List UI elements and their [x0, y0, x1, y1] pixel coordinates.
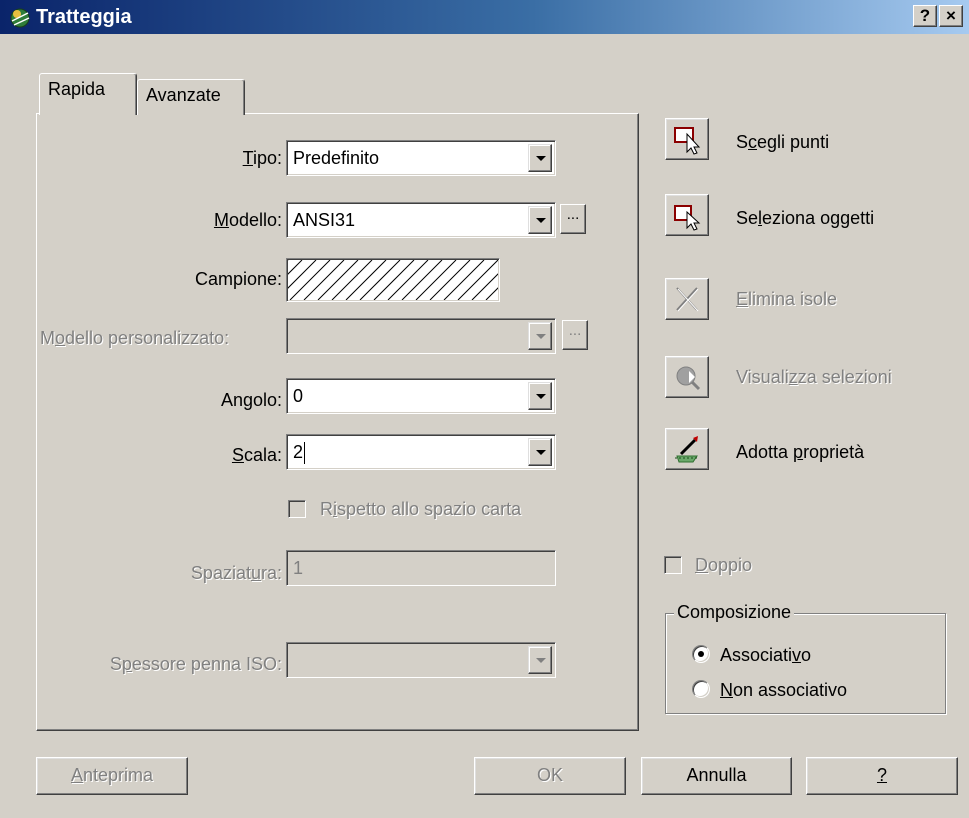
angolo-value: 0 — [293, 386, 304, 406]
spessore-penna-iso-combo[interactable] — [286, 642, 556, 678]
visualizza-selezioni-button[interactable] — [665, 356, 709, 398]
modello-personalizzato-label: Modello personalizzato: — [40, 328, 230, 348]
doppio-checkbox[interactable] — [664, 556, 682, 574]
composizione-title: Composizione — [674, 601, 795, 623]
scegli-punti-label: Scegli punti — [736, 132, 830, 152]
spessore-penna-iso-dropdown-button[interactable] — [528, 646, 552, 674]
scala-value: 2 — [293, 442, 304, 462]
tab-rapida[interactable]: Rapida — [39, 73, 137, 115]
scala-label: Scala: — [231, 445, 282, 465]
visualizza-selezioni-label: Visualizza selezioni — [736, 367, 892, 387]
tab-avanzate-label: Avanzate — [146, 85, 221, 105]
tab-rapida-label: Rapida — [48, 79, 106, 99]
elimina-isole-button[interactable] — [665, 278, 709, 320]
spessore-penna-iso-label: Spessore penna ISO: — [109, 654, 282, 674]
non-associativo-radio[interactable] — [692, 680, 710, 698]
associativo-radio[interactable] — [692, 645, 710, 663]
annulla-button[interactable]: Annulla — [641, 757, 792, 795]
select-objects-icon — [674, 205, 701, 231]
chevron-down-icon — [536, 450, 546, 455]
modello-dropdown-button[interactable] — [528, 206, 552, 234]
remove-islands-icon — [676, 287, 699, 312]
scala-combo[interactable]: 2 — [286, 434, 556, 470]
help-button[interactable]: ? — [806, 757, 958, 795]
close-caption-button[interactable]: × — [939, 5, 963, 27]
associativo-label: Associativo — [720, 645, 812, 665]
view-selections-icon — [676, 366, 701, 391]
hatch-app-icon — [10, 8, 30, 28]
modello-browse-button[interactable]: ... — [560, 204, 586, 234]
scala-dropdown-button[interactable] — [528, 438, 552, 466]
tab-avanzate[interactable]: Avanzate — [137, 79, 245, 115]
window-title: Tratteggia — [36, 6, 132, 28]
rispetto-spazio-carta-label: Rispetto allo spazio carta — [320, 499, 522, 519]
doppio-label: Doppio — [695, 555, 753, 575]
angolo-combo[interactable]: 0 — [286, 378, 556, 414]
adotta-proprieta-button[interactable] — [665, 428, 709, 470]
ok-button[interactable]: OK — [474, 757, 626, 795]
tipo-combo[interactable]: Predefinito — [286, 140, 556, 176]
anteprima-button[interactable]: Anteprima — [36, 757, 188, 795]
tipo-label: Tipo: — [242, 148, 282, 168]
modello-personalizzato-combo[interactable] — [286, 318, 556, 354]
scegli-punti-button[interactable] — [665, 118, 709, 160]
campione-label: Campione: — [194, 269, 282, 289]
tipo-dropdown-button[interactable] — [528, 144, 552, 172]
chevron-down-icon — [536, 334, 546, 339]
radio-selected-dot — [698, 651, 704, 657]
help-caption-button[interactable]: ? — [913, 5, 937, 27]
chevron-down-icon — [536, 658, 546, 663]
hatch-sample-swatch[interactable] — [286, 258, 500, 302]
chevron-down-icon — [536, 218, 546, 223]
chevron-down-icon — [536, 394, 546, 399]
modello-personalizzato-browse-button[interactable]: ... — [562, 320, 588, 350]
spaziatura-label: Spaziatura: — [190, 563, 282, 583]
chevron-down-icon — [536, 156, 546, 161]
non-associativo-label: Non associativo — [720, 680, 848, 700]
elimina-isole-label: Elimina isole — [736, 289, 838, 309]
modello-personalizzato-dropdown-button[interactable] — [528, 322, 552, 350]
inherit-properties-icon — [675, 436, 699, 463]
hatch-pattern-icon — [288, 260, 498, 300]
seleziona-oggetti-button[interactable] — [665, 194, 709, 236]
text-cursor — [304, 442, 305, 464]
seleziona-oggetti-label: Seleziona oggetti — [736, 208, 875, 228]
modello-value: ANSI31 — [293, 210, 356, 230]
title-bar[interactable] — [0, 0, 969, 34]
tipo-value: Predefinito — [293, 148, 380, 168]
spaziatura-field[interactable]: 1 — [286, 550, 556, 586]
angolo-dropdown-button[interactable] — [528, 382, 552, 410]
angolo-label: Angolo: — [220, 390, 282, 410]
adotta-proprieta-label: Adotta proprietà — [736, 442, 865, 462]
rispetto-spazio-carta-checkbox[interactable] — [288, 500, 306, 518]
modello-combo[interactable]: ANSI31 — [286, 202, 556, 238]
pick-points-icon — [674, 127, 701, 155]
spaziatura-value: 1 — [293, 558, 304, 578]
modello-label: Modello: — [213, 210, 282, 230]
